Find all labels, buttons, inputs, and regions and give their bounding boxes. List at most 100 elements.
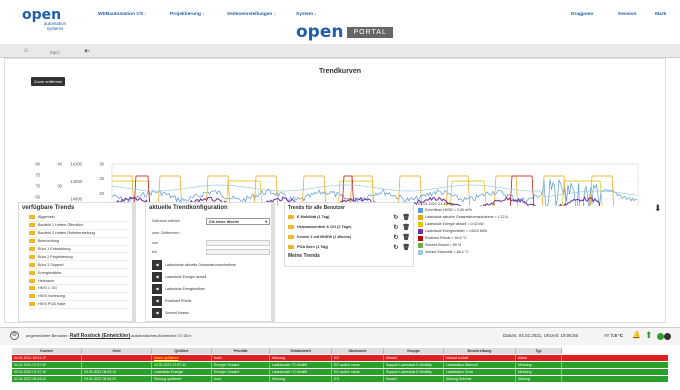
portal-open-text: open	[296, 22, 344, 42]
arrow-up-icon[interactable]: ⬆	[645, 330, 653, 341]
legend-item: Solvent Kessel = 89 %	[418, 243, 518, 248]
shared-trend-item[interactable]: E Mobilität (1 Tag) ↻ 🗑	[288, 212, 410, 222]
table-cell: Kessel	[384, 355, 444, 361]
y-tick-label: 14100	[70, 162, 82, 167]
column-header[interactable]: Priorität	[212, 348, 270, 354]
trend-item-label: Büro 2 Projektierung	[38, 254, 73, 259]
table-cell: 04.02.2021 19:01:17	[12, 355, 82, 361]
table-row[interactable]: 04.02.2021 07:57:42 04.02.2021 07:57:42 En…	[12, 362, 668, 368]
zoom-reset-button[interactable]: Zoom entfernen	[31, 77, 66, 86]
table-row[interactable]: 03.02.2021 05:44:22 03.02.2021 05:44:22 St…	[12, 376, 668, 382]
back-arrow-icon[interactable]: ➜	[84, 47, 90, 55]
column-header[interactable]: Quittiert	[152, 348, 212, 354]
table-row[interactable]: 04.02.2021 19:01:17 Alarm quittieren hoch H…	[12, 355, 668, 361]
scrollbar[interactable]	[271, 203, 274, 321]
alarm-table: Kommt Geht Quittiert Priorität Gebäudeteil St…	[12, 348, 668, 382]
table-cell: Heizung	[270, 376, 332, 382]
scrollbar[interactable]	[132, 203, 135, 321]
trend-item[interactable]: Baufeld 2 Hotten Rotieberstellung	[29, 230, 130, 238]
nav-system[interactable]: System ↓	[296, 12, 317, 17]
refresh-icon[interactable]: ↻	[393, 244, 398, 251]
table-cell: Ladestation Ende	[444, 369, 516, 375]
refresh-icon[interactable]: ↻	[393, 214, 398, 221]
config-item-label: Ladestunde aktuelle Gesamtstromaufnahme	[165, 263, 236, 267]
legend-item: Ladesäule aktuelle Gesamtstromaufnahme =…	[418, 215, 518, 220]
y-tick-label: 20	[99, 191, 104, 196]
trend-item[interactable]: Büro 1 Entwicklung	[29, 246, 130, 254]
download-icon[interactable]: ⬇	[654, 203, 662, 214]
bell-icon[interactable]: 🔔	[632, 331, 641, 339]
portal-label: PORTAL	[347, 27, 393, 38]
folder-icon	[288, 215, 294, 219]
trend-item[interactable]: Allgemein	[29, 214, 130, 222]
trash-icon[interactable]: 🗑	[402, 234, 410, 241]
shared-trend-item[interactable]: Heizwasserdiek & OG (2 Tage) ↻ 🗑	[288, 222, 410, 232]
zeitraum-select[interactable]: Die letzte Woche ▾	[206, 218, 270, 225]
column-header[interactable]: Gebäudeteil	[270, 348, 332, 354]
trend-item-label: HKSt Vorlesung	[38, 294, 65, 299]
table-cell: Energie Gesamt	[212, 369, 270, 375]
trend-item-label: Büro 3 Support	[38, 262, 64, 267]
legend-text: Rücklauf Primär = 54.6 °C	[425, 236, 467, 240]
logged-in-user: angemeldeter Benutzer: Ralf Rostock (Ent…	[26, 333, 192, 339]
legend-text: Ladesäule aktuelle Gesamtstromaufnahme =…	[425, 215, 508, 219]
folder-icon	[29, 223, 35, 228]
move-icon[interactable]: ◀	[152, 284, 162, 294]
trash-icon[interactable]: 🗑	[402, 214, 410, 221]
column-header[interactable]: Geht	[82, 348, 152, 354]
table-cell: Support Ladesäule E-Mobility	[384, 369, 444, 375]
trend-item[interactable]: Baufeld 1 Hotten Öffentlich	[29, 222, 130, 230]
von-input[interactable]	[206, 240, 270, 246]
column-header[interactable]: Kommt	[12, 348, 82, 354]
table-cell: 03.02.2021 07:47:10	[12, 369, 82, 375]
trend-item[interactable]: HKSt 1 OG	[29, 285, 130, 293]
y-tick-label: 30	[57, 184, 62, 189]
legend-swatch	[418, 250, 423, 255]
move-icon[interactable]: ◀	[152, 272, 162, 282]
move-icon[interactable]: ◀	[152, 308, 162, 318]
shared-trend-item[interactable]: Kessel 1 mit BHKW (1 Woche) ↻ 🗑	[288, 232, 410, 242]
trend-item[interactable]: Beleuchtung	[29, 238, 130, 246]
table-row[interactable]: 03.02.2021 07:47:10 03.02.2021 08:03:10 La…	[12, 369, 668, 375]
bis-input[interactable]	[206, 249, 270, 255]
nav-projektierung[interactable]: Projektierung ↓	[170, 12, 205, 17]
auto-logout: automatisches Abmelden: 07:35 h	[131, 333, 192, 338]
column-header[interactable]: Typ	[516, 348, 562, 354]
trash-icon[interactable]: 🗑	[402, 224, 410, 231]
shared-trend-item[interactable]: PGA Bern (1 Tag) ↻ 🗑	[288, 242, 410, 252]
legend-swatch	[418, 243, 423, 248]
user-name[interactable]: Ralf Rostock (Entwickler)	[70, 333, 130, 339]
column-header[interactable]: Beschreibung	[444, 348, 516, 354]
trend-item[interactable]: HKSt POA Halle	[29, 301, 130, 309]
nav-mark[interactable]: Mark	[655, 12, 666, 17]
move-icon[interactable]: ◀	[152, 296, 162, 306]
trend-item[interactable]: Büro 2 Projektierung	[29, 253, 130, 262]
nav-seiteneinstellungen[interactable]: Seiteneinstellungen ↓	[227, 12, 276, 17]
column-header[interactable]: Gruppe	[384, 348, 444, 354]
refresh-icon[interactable]: ↻	[393, 224, 398, 231]
legend-text: Ladesäule Energiezähler = 14023 kWh	[425, 229, 488, 233]
trend-chart[interactable]: 8075706560555045404030201001410014050140…	[0, 76, 680, 206]
legend-text: Ladesäule Energie aktuell = 0.32 kW	[425, 222, 484, 226]
trend-item[interactable]: Heizraum	[29, 277, 130, 286]
folder-icon	[29, 247, 35, 251]
y-tick-label: 75	[35, 173, 40, 178]
nav-webautomation[interactable]: WEBautomation CS ↓	[98, 12, 147, 17]
y-tick-label: 40	[57, 162, 62, 167]
trend-item[interactable]: Büro 3 Support	[29, 261, 130, 270]
column-header[interactable]: Stockwerk	[332, 348, 384, 354]
trend-item[interactable]: Energiezähler	[29, 269, 130, 278]
legend-item: Rücklauf Primär = 54.6 °C	[418, 236, 518, 241]
folder-icon	[29, 262, 35, 267]
move-icon[interactable]: ◀	[152, 260, 162, 270]
gear-icon[interactable]: ⚙	[10, 331, 19, 340]
refresh-icon[interactable]: ↻	[393, 234, 398, 241]
my-home-icon[interactable]: my⌂	[50, 49, 60, 56]
nav-user[interactable]: Dragpoen	[571, 12, 593, 17]
home-icon[interactable]: ⌂	[24, 47, 28, 54]
trend-item[interactable]: HKSt Vorlesung	[29, 293, 130, 301]
table-cell: Ladesäule Energie	[152, 369, 212, 375]
table-cell: Vorlauf zu kalt	[444, 355, 516, 361]
nav-session[interactable]: Session	[618, 12, 636, 17]
trash-icon[interactable]: 🗑	[402, 244, 410, 251]
